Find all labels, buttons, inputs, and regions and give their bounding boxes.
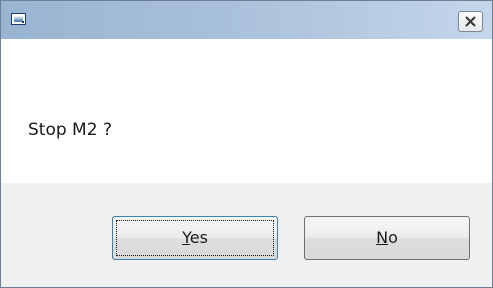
app-icon-detail (22, 21, 24, 23)
close-button[interactable] (458, 11, 483, 32)
yes-button-label: Yes (182, 228, 208, 247)
no-button[interactable]: No (304, 216, 470, 260)
message-box-dialog: Stop M2 ? Yes No (0, 0, 493, 288)
no-accelerator-key: N (376, 228, 389, 247)
yes-label-rest: es (189, 228, 208, 247)
no-label-rest: o (388, 228, 398, 247)
title-bar[interactable] (1, 1, 492, 39)
no-button-label: No (376, 228, 398, 247)
message-area: Stop M2 ? (1, 39, 492, 183)
yes-accelerator-key: Y (182, 228, 190, 247)
close-icon (465, 16, 476, 27)
button-bar: Yes No (1, 183, 492, 287)
message-text: Stop M2 ? (28, 120, 112, 140)
window-app-icon[interactable] (11, 13, 26, 25)
yes-button[interactable]: Yes (112, 216, 278, 260)
